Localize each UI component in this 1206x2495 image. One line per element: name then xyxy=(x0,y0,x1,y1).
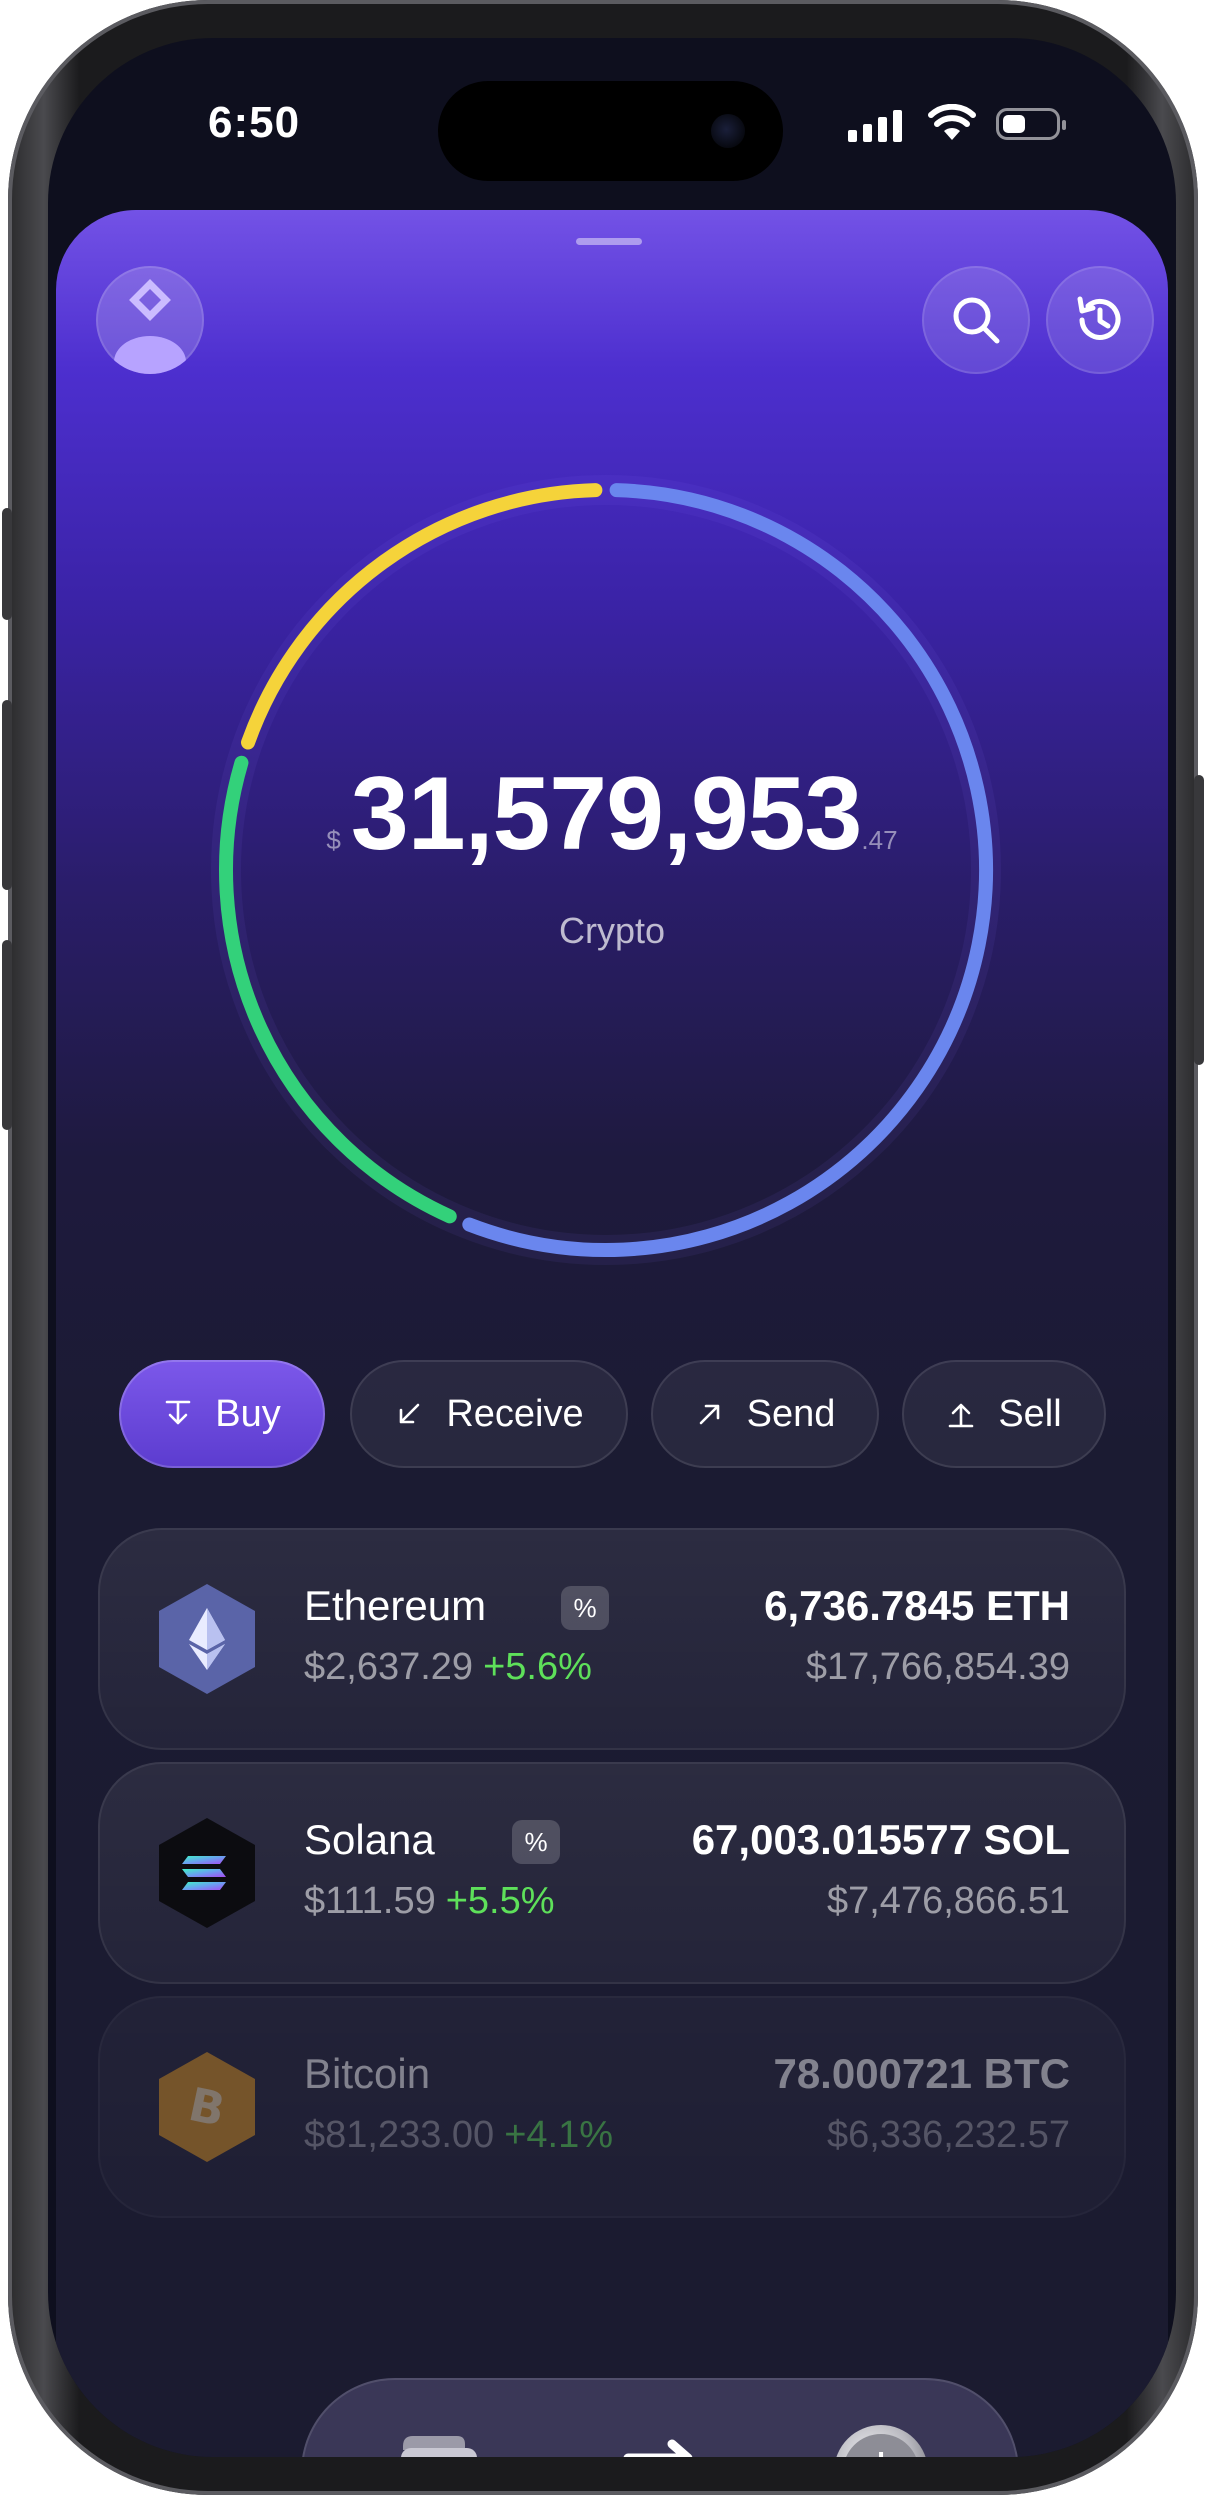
wallet-sheet: $31,579,953.47 Crypto Buy Receive Send S… xyxy=(56,210,1168,2457)
receive-label: Receive xyxy=(446,1392,584,1435)
percent-badge: % xyxy=(561,1586,609,1630)
bitcoin-icon: B xyxy=(159,2052,255,2162)
history-button[interactable] xyxy=(1046,266,1154,374)
avatar-icon[interactable] xyxy=(96,266,204,374)
receive-button[interactable]: Receive xyxy=(350,1360,628,1468)
volume-down-button xyxy=(2,940,12,1130)
profile-diamond-icon xyxy=(114,279,186,374)
arrow-down-to-line-icon xyxy=(165,1400,191,1425)
power-button xyxy=(1194,775,1204,1065)
svg-text:$: $ xyxy=(864,2444,899,2457)
asset-amount: 78.000721 BTC xyxy=(773,2050,1070,2097)
asset-amount: 67,003.015577 SOL xyxy=(691,1816,1070,1863)
tab-bar: $ xyxy=(301,2378,1019,2457)
asset-price-line: $2,637.29 +5.6% xyxy=(304,1646,592,1689)
sell-button[interactable]: Sell xyxy=(902,1360,1106,1468)
tab-earn[interactable]: $ xyxy=(831,2422,931,2457)
dollar-coin-icon: $ xyxy=(836,2425,926,2457)
asset-price: $2,637.29 xyxy=(304,1646,474,1688)
balance-amount: 31,579,953 xyxy=(350,756,863,872)
camera-icon xyxy=(711,114,745,148)
arrow-up-right-icon xyxy=(699,1404,719,1425)
status-time: 6:50 xyxy=(208,98,301,147)
phone-frame: 6:50 $31,579,953.47 Crypto Buy Receive S… xyxy=(2,0,1204,2495)
asset-change: +5.5% xyxy=(445,1880,555,1922)
asset-price: $111.59 xyxy=(304,1880,436,1922)
send-label: Send xyxy=(746,1392,836,1435)
balance-decimals: .47 xyxy=(861,825,898,855)
total-balance: $31,579,953.47 xyxy=(56,755,1168,874)
asset-price: $81,233.00 xyxy=(304,2114,495,2156)
search-icon xyxy=(953,297,1000,344)
dynamic-island xyxy=(438,81,783,181)
asset-price-line: $111.59 +5.5% xyxy=(304,1880,555,1923)
asset-value-usd: $17,766,854.39 xyxy=(805,1646,1070,1688)
asset-change: +5.6% xyxy=(483,1646,592,1688)
sheet-grabber[interactable] xyxy=(576,238,642,245)
swap-icon xyxy=(623,2439,693,2457)
solana-icon xyxy=(159,1818,255,1928)
wallet-icon xyxy=(401,2436,477,2457)
cellular-signal-icon xyxy=(848,108,902,142)
volume-up-button xyxy=(2,700,12,890)
send-button[interactable]: Send xyxy=(651,1360,879,1468)
sell-label: Sell xyxy=(998,1392,1062,1435)
tab-swap[interactable] xyxy=(610,2422,710,2457)
asset-change: +4.1% xyxy=(504,2114,613,2156)
action-bar: Buy Receive Send Sell xyxy=(56,1360,1168,1470)
arrow-down-left-icon xyxy=(400,1403,420,1424)
asset-row-ethereum[interactable]: Ethereum % $2,637.29 +5.6% 6,736.7845 ETH… xyxy=(98,1528,1126,1750)
asset-name: Solana xyxy=(304,1816,435,1863)
buy-label: Buy xyxy=(215,1392,281,1435)
status-bar: 6:50 xyxy=(48,38,1176,208)
history-icon xyxy=(1077,296,1121,340)
battery-icon xyxy=(996,108,1066,140)
asset-amount: 6,736.7845 ETH xyxy=(764,1582,1070,1629)
percent-badge: % xyxy=(512,1820,560,1864)
wifi-icon xyxy=(928,104,976,140)
asset-name: Ethereum xyxy=(304,1582,487,1629)
ethereum-icon xyxy=(159,1584,255,1694)
asset-value-usd: $6,336,232.57 xyxy=(826,2114,1070,2156)
currency-symbol: $ xyxy=(326,825,341,855)
arrow-up-to-line-icon xyxy=(949,1403,974,1428)
asset-value-usd: $7,476,866.51 xyxy=(826,1880,1070,1922)
buy-button[interactable]: Buy xyxy=(119,1360,325,1468)
asset-name: Bitcoin xyxy=(304,2050,431,2097)
asset-row-solana[interactable]: Solana % $111.59 +5.5% 67,003.015577 SOL … xyxy=(98,1762,1126,1984)
asset-price-line: $81,233.00 +4.1% xyxy=(304,2114,613,2157)
action-button xyxy=(2,508,12,620)
tab-wallet[interactable] xyxy=(389,2422,489,2457)
asset-row-bitcoin[interactable]: B Bitcoin $81,233.00 +4.1% 78.000721 BTC … xyxy=(98,1996,1126,2218)
search-button[interactable] xyxy=(922,266,1030,374)
balance-caption: Crypto xyxy=(558,910,666,951)
screen: 6:50 $31,579,953.47 Crypto Buy Receive S… xyxy=(48,38,1176,2457)
